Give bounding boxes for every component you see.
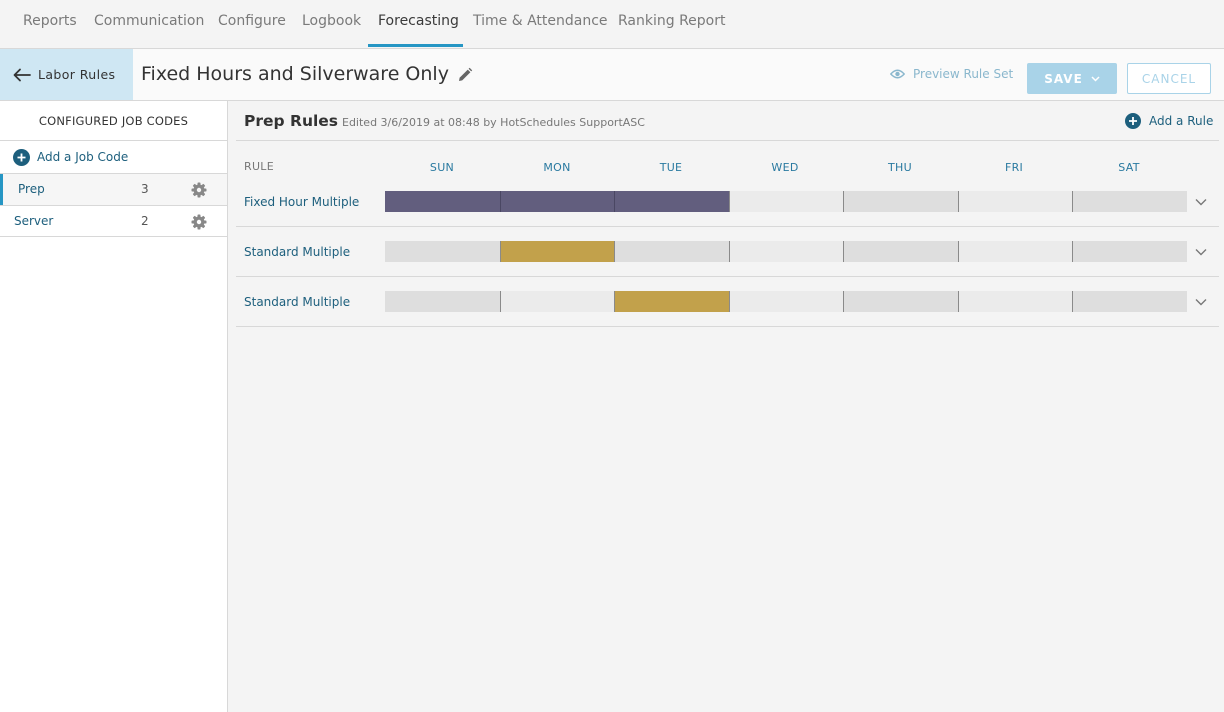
rule-day-segment-sat[interactable] xyxy=(1072,291,1187,312)
preview-label: Preview Rule Set xyxy=(913,67,1014,81)
eye-icon xyxy=(890,69,905,79)
tab-forecasting[interactable]: Forecasting xyxy=(378,0,459,47)
job-codes-sidebar: CONFIGURED JOB CODES Add a Job Code Prep… xyxy=(0,101,228,712)
cancel-button[interactable]: CANCEL xyxy=(1127,63,1211,94)
add-job-code-label: Add a Job Code xyxy=(37,150,129,164)
rule-day-segment-sat[interactable] xyxy=(1072,191,1187,212)
edited-info: Edited 3/6/2019 at 08:48 by HotSchedules… xyxy=(342,116,645,129)
job-code-row-server[interactable]: Server 2 xyxy=(0,205,227,237)
add-rule-button[interactable]: Add a Rule xyxy=(1125,113,1213,129)
preview-rule-set-link[interactable]: Preview Rule Set xyxy=(890,67,1013,81)
save-button[interactable]: SAVE xyxy=(1027,63,1117,94)
rule-day-segment-sun[interactable] xyxy=(385,191,500,212)
plus-circle-icon xyxy=(1125,113,1141,129)
chevron-down-icon[interactable] xyxy=(1194,245,1208,259)
job-code-rule-count: 2 xyxy=(141,214,149,228)
rules-title: Prep Rules xyxy=(244,112,339,130)
rule-day-segment-mon[interactable] xyxy=(499,191,614,212)
rule-day-segment-tue[interactable] xyxy=(614,291,729,312)
rule-row: Standard Multiple xyxy=(236,227,1219,277)
job-code-rule-count: 3 xyxy=(141,182,149,196)
gear-icon[interactable] xyxy=(191,182,207,198)
rule-day-segment-sun[interactable] xyxy=(385,291,500,312)
rule-name-link[interactable]: Standard Multiple xyxy=(244,227,350,277)
tab-reports[interactable]: Reports xyxy=(23,0,77,47)
add-job-code-button[interactable]: Add a Job Code xyxy=(0,141,227,173)
job-code-name: Server xyxy=(14,214,54,228)
tab-logbook[interactable]: Logbook xyxy=(302,0,361,47)
rule-name-link[interactable]: Fixed Hour Multiple xyxy=(244,177,359,227)
rule-day-segment-fri[interactable] xyxy=(957,241,1072,262)
rule-row: Fixed Hour Multiple xyxy=(236,177,1219,227)
chevron-down-icon xyxy=(1091,75,1100,82)
job-code-row-prep[interactable]: Prep 3 xyxy=(0,173,227,205)
arrow-left-icon xyxy=(13,68,31,81)
rule-day-segment-wed[interactable] xyxy=(728,291,843,312)
tab-time-attendance[interactable]: Time & Attendance xyxy=(473,0,608,47)
day-header-fri: FRI xyxy=(1004,161,1024,174)
top-nav: Reports Communication Configure Logbook … xyxy=(0,0,1224,49)
rule-day-segment-fri[interactable] xyxy=(957,191,1072,212)
rules-panel: Prep Rules Edited 3/6/2019 at 08:48 by H… xyxy=(228,101,1224,712)
rule-day-segment-wed[interactable] xyxy=(728,191,843,212)
chevron-down-icon[interactable] xyxy=(1194,295,1208,309)
gear-icon[interactable] xyxy=(191,214,207,230)
rule-day-segment-wed[interactable] xyxy=(728,241,843,262)
rule-day-segment-mon[interactable] xyxy=(499,241,614,262)
rule-day-segment-tue[interactable] xyxy=(614,241,729,262)
job-code-name: Prep xyxy=(18,182,45,196)
rules-panel-header: Prep Rules Edited 3/6/2019 at 08:48 by H… xyxy=(236,101,1219,141)
rule-day-segment-thu[interactable] xyxy=(843,191,958,212)
day-header-thu: THU xyxy=(888,161,912,174)
day-header-sun: SUN xyxy=(429,161,455,174)
tab-configure[interactable]: Configure xyxy=(218,0,286,47)
rule-row: Standard Multiple xyxy=(236,277,1219,327)
active-tab-indicator xyxy=(368,44,463,47)
day-header-sat: SAT xyxy=(1118,161,1140,174)
page-header: Labor Rules Fixed Hours and Silverware O… xyxy=(0,49,1224,101)
add-rule-label: Add a Rule xyxy=(1149,114,1214,128)
day-header-mon: MON xyxy=(543,161,571,174)
sidebar-heading: CONFIGURED JOB CODES xyxy=(0,101,227,141)
save-label: SAVE xyxy=(1044,71,1083,86)
rule-day-segment-mon[interactable] xyxy=(499,291,614,312)
rule-day-segment-sun[interactable] xyxy=(385,241,500,262)
day-header-tue: TUE xyxy=(659,161,683,174)
page-title: Fixed Hours and Silverware Only xyxy=(141,63,449,85)
plus-circle-icon xyxy=(13,148,30,166)
pencil-edit-icon[interactable] xyxy=(457,67,473,83)
day-header-wed: WED xyxy=(771,161,799,174)
rule-day-segment-thu[interactable] xyxy=(843,241,958,262)
rule-day-segment-fri[interactable] xyxy=(957,291,1072,312)
rule-day-segment-tue[interactable] xyxy=(614,191,729,212)
rule-day-segment-sat[interactable] xyxy=(1072,241,1187,262)
tab-communication[interactable]: Communication xyxy=(94,0,204,47)
rule-day-segment-thu[interactable] xyxy=(843,291,958,312)
chevron-down-icon[interactable] xyxy=(1194,195,1208,209)
tab-ranking-report[interactable]: Ranking Report xyxy=(618,0,726,47)
rule-name-link[interactable]: Standard Multiple xyxy=(244,277,350,327)
back-to-labor-rules-button[interactable]: Labor Rules xyxy=(0,49,133,100)
rule-column-header: RULE xyxy=(244,160,274,173)
back-button-label: Labor Rules xyxy=(38,67,116,82)
